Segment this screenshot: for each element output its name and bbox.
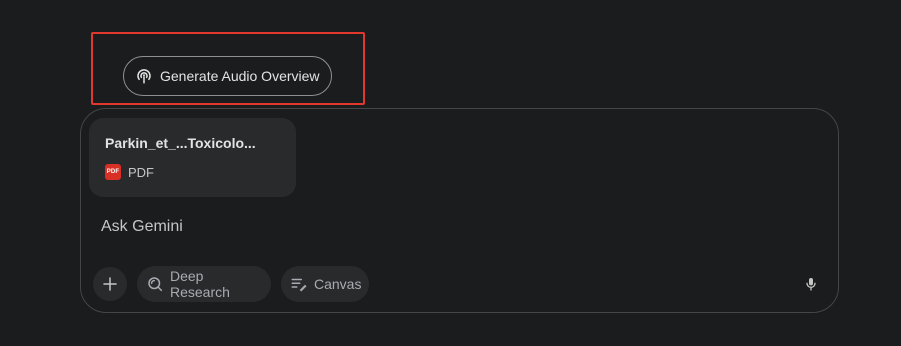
microphone-button[interactable] xyxy=(799,272,823,296)
attachment-card[interactable]: Parkin_et_...Toxicolo... PDF PDF xyxy=(89,118,296,197)
deep-research-label: Deep Research xyxy=(170,268,230,300)
composer-toolbar: Deep Research Canvas xyxy=(93,266,369,302)
podcast-icon xyxy=(134,66,154,86)
attachment-file-type: PDF xyxy=(128,164,154,180)
plus-icon xyxy=(101,275,119,293)
canvas-icon xyxy=(290,275,308,293)
prompt-composer: Parkin_et_...Toxicolo... PDF PDF Ask Gem… xyxy=(80,108,839,313)
add-attachment-button[interactable] xyxy=(93,267,127,301)
microphone-icon xyxy=(803,275,819,293)
gemini-page: Generate Audio Overview Parkin_et_...Tox… xyxy=(0,0,901,346)
canvas-label: Canvas xyxy=(314,276,362,292)
deep-research-button[interactable]: Deep Research xyxy=(137,266,271,302)
generate-audio-overview-label: Generate Audio Overview xyxy=(160,68,320,84)
deep-research-icon xyxy=(146,275,164,293)
attachment-file-name: Parkin_et_...Toxicolo... xyxy=(105,135,256,151)
prompt-input[interactable] xyxy=(101,216,801,238)
generate-audio-overview-button[interactable]: Generate Audio Overview xyxy=(123,56,332,96)
canvas-button[interactable]: Canvas xyxy=(281,266,369,302)
pdf-file-icon: PDF xyxy=(105,164,121,180)
attachment-type-row: PDF PDF xyxy=(105,164,296,180)
